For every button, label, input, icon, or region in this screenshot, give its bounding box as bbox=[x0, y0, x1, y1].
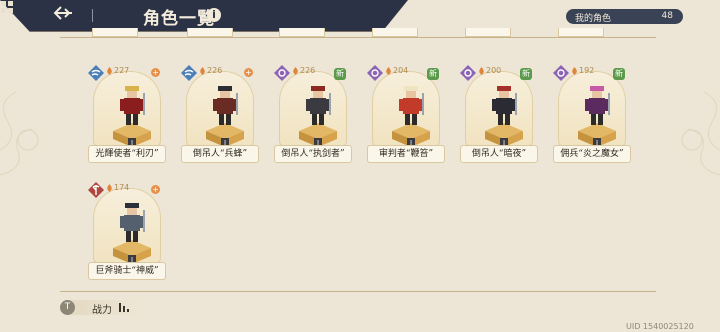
character-sprite bbox=[120, 203, 145, 242]
character-name: 倒吊人“暗夜” bbox=[460, 145, 538, 163]
back-button[interactable] bbox=[52, 5, 82, 27]
character-sprite bbox=[492, 86, 517, 125]
my-characters-counter: 我的角色 48 bbox=[566, 9, 683, 24]
character-card[interactable]: I 226 新 倒吊人“执剑者” bbox=[274, 65, 352, 165]
character-name: 光輝使者“利刃” bbox=[88, 145, 166, 163]
scrolled-row-hint bbox=[92, 28, 632, 38]
character-name: 审判者“鞭笞” bbox=[367, 145, 445, 163]
character-power: 192 bbox=[579, 66, 595, 75]
character-name: 巨斧骑士“神威” bbox=[88, 262, 166, 280]
page-title: 角色一覧 bbox=[143, 9, 215, 29]
character-card[interactable]: I 174 + 巨斧骑士“神威” bbox=[88, 182, 166, 282]
character-card[interactable]: I 200 新 倒吊人“暗夜” bbox=[460, 65, 538, 165]
background-ornament bbox=[0, 91, 720, 176]
power-flame-icon bbox=[200, 67, 205, 75]
character-portrait: I bbox=[93, 188, 161, 264]
power-flame-icon bbox=[293, 67, 298, 75]
new-badge: 新 bbox=[520, 68, 532, 80]
character-card[interactable]: I 192 新 佣兵“炎之魔女” bbox=[553, 65, 631, 165]
character-portrait: I bbox=[279, 71, 347, 147]
upgrade-plus-icon[interactable]: + bbox=[151, 185, 160, 194]
character-power: 226 bbox=[300, 66, 316, 75]
power-sort-label: 战力 bbox=[92, 305, 112, 316]
wind-icon bbox=[181, 65, 197, 81]
character-sprite bbox=[306, 86, 331, 125]
sort-bars-icon bbox=[119, 303, 129, 312]
character-power: 227 bbox=[114, 66, 130, 75]
arcane-icon bbox=[367, 65, 383, 81]
character-name: 倒吊人“执剑者” bbox=[274, 145, 352, 163]
key-hint: T bbox=[60, 300, 75, 315]
character-portrait: I bbox=[372, 71, 440, 147]
character-card[interactable]: I 204 新 审判者“鞭笞” bbox=[367, 65, 445, 165]
character-name: 佣兵“炎之魔女” bbox=[553, 145, 631, 163]
character-portrait: I bbox=[465, 71, 533, 147]
wind-icon bbox=[88, 65, 104, 81]
character-card[interactable]: I 227 + 光輝使者“利刃” bbox=[88, 65, 166, 165]
character-power: 204 bbox=[393, 66, 409, 75]
character-power: 226 bbox=[207, 66, 223, 75]
character-portrait: I bbox=[558, 71, 626, 147]
power-sort-button[interactable]: T 战力 bbox=[60, 300, 140, 316]
arcane-icon bbox=[553, 65, 569, 81]
character-card[interactable]: I 226 + 倒吊人“兵蜂” bbox=[181, 65, 259, 165]
character-sprite bbox=[213, 86, 238, 125]
power-flame-icon bbox=[386, 67, 391, 75]
axe-icon bbox=[88, 182, 104, 198]
new-badge: 新 bbox=[427, 68, 439, 80]
user-id: UID 1540025120 bbox=[626, 322, 694, 331]
character-power: 174 bbox=[114, 183, 130, 192]
character-sprite bbox=[120, 86, 145, 125]
character-sprite bbox=[585, 86, 610, 125]
my-characters-label: 我的角色 bbox=[575, 14, 612, 24]
power-flame-icon bbox=[107, 184, 112, 192]
arcane-icon bbox=[460, 65, 476, 81]
power-flame-icon bbox=[572, 67, 577, 75]
character-portrait: I bbox=[93, 71, 161, 147]
arcane-icon bbox=[274, 65, 290, 81]
character-portrait: I bbox=[186, 71, 254, 147]
upgrade-plus-icon[interactable]: + bbox=[151, 68, 160, 77]
header-divider bbox=[92, 9, 93, 22]
character-sprite bbox=[399, 86, 424, 125]
power-flame-icon bbox=[107, 67, 112, 75]
info-icon[interactable]: i bbox=[207, 8, 221, 22]
my-characters-count: 48 bbox=[661, 11, 673, 21]
upgrade-plus-icon[interactable]: + bbox=[244, 68, 253, 77]
new-badge: 新 bbox=[334, 68, 346, 80]
power-flame-icon bbox=[479, 67, 484, 75]
new-badge: 新 bbox=[613, 68, 625, 80]
character-power: 200 bbox=[486, 66, 502, 75]
panel-bottom-border bbox=[60, 291, 656, 292]
character-name: 倒吊人“兵蜂” bbox=[181, 145, 259, 163]
back-arrow-icon bbox=[53, 6, 72, 20]
menu-grid-icon[interactable] bbox=[0, 0, 14, 14]
